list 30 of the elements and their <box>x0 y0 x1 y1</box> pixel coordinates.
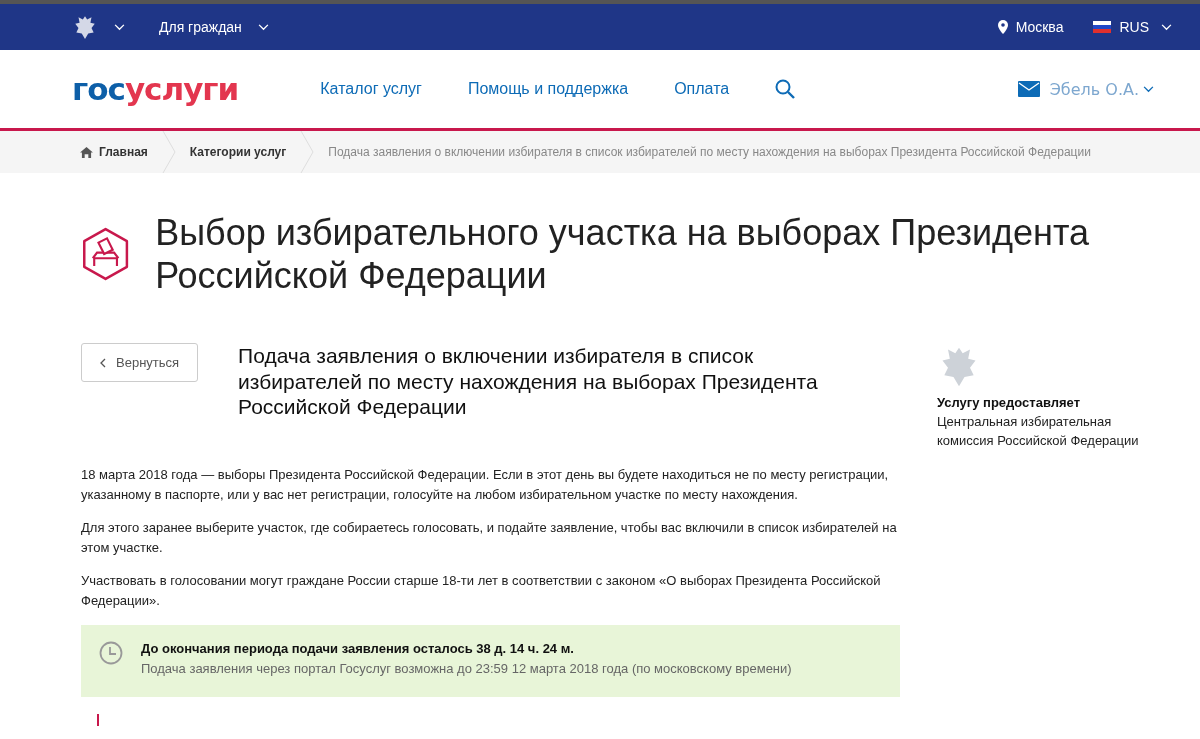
breadcrumb-separator <box>300 131 315 173</box>
logo[interactable]: госуслуги <box>72 71 239 107</box>
breadcrumb-separator <box>161 131 176 173</box>
city-selector[interactable]: Москва <box>1015 19 1064 35</box>
nav-link[interactable]: Каталог услуг <box>320 80 422 98</box>
chevron-down-icon[interactable] <box>1143 85 1154 93</box>
breadcrumb-link[interactable]: Главная <box>99 145 148 159</box>
audience-menu[interactable]: Для граждан <box>159 19 242 35</box>
breadcrumb-link[interactable]: Категории услуг <box>189 145 287 159</box>
home-icon[interactable] <box>80 146 93 158</box>
language-selector[interactable]: RUS <box>1119 19 1149 35</box>
deadline-countdown: До окончания периода подачи заявления осталось 38 д. 14 ч. 24 м. <box>141 640 575 656</box>
provider-label: Услугу предоставляет <box>937 395 1082 411</box>
back-button[interactable]: Вернуться <box>81 343 199 383</box>
nav-link[interactable]: Помощь и поддержка <box>467 80 629 98</box>
description-paragraph: Участвовать в голосовании могут граждане России старше 18-ти лет в соответствии с законом «О выборах Президента Российской Федерации». <box>81 571 882 610</box>
nav-link[interactable]: Оплата <box>674 80 730 98</box>
clock-icon <box>99 640 123 665</box>
flag-icon <box>1093 21 1112 33</box>
deadline-note: Подача заявления через портал Госуслуг возможна до 23:59 12 марта 2018 года (по московскому времени) <box>141 660 792 676</box>
search-icon[interactable] <box>775 79 796 99</box>
provider-name: Центральная избирательная комиссия Российской Федерации <box>937 413 1140 451</box>
page-title: Выбор избирательного участка на выборах Президента Российской Федерации <box>155 211 1091 298</box>
breadcrumb-current: Подача заявления о включении избирателя в список избирателей по месту нахождения на выборах Президента Российской Федерации <box>328 145 1091 159</box>
description-paragraph: Для этого заранее выберите участок, где собираетесь голосовать, и подайте заявление, чтобы вас включили в список избирателей на этом участке. <box>81 518 898 557</box>
location-pin-icon <box>997 20 1008 34</box>
chevron-left-icon <box>100 357 106 368</box>
description-paragraph: 18 марта 2018 года — выборы Президента Российской Федерации. Если в этот день вы будете находиться не по месту регистрации, указанному в паспорте, или у вас нет регистрации, голосуйте на любом избирательном участке по месту нахождения. <box>81 465 890 504</box>
service-title: Подача заявления о включении избирателя в список избирателей по месту нахождения на выборах Президента Российской Федерации <box>238 343 819 419</box>
envelope-icon[interactable] <box>1017 81 1040 97</box>
